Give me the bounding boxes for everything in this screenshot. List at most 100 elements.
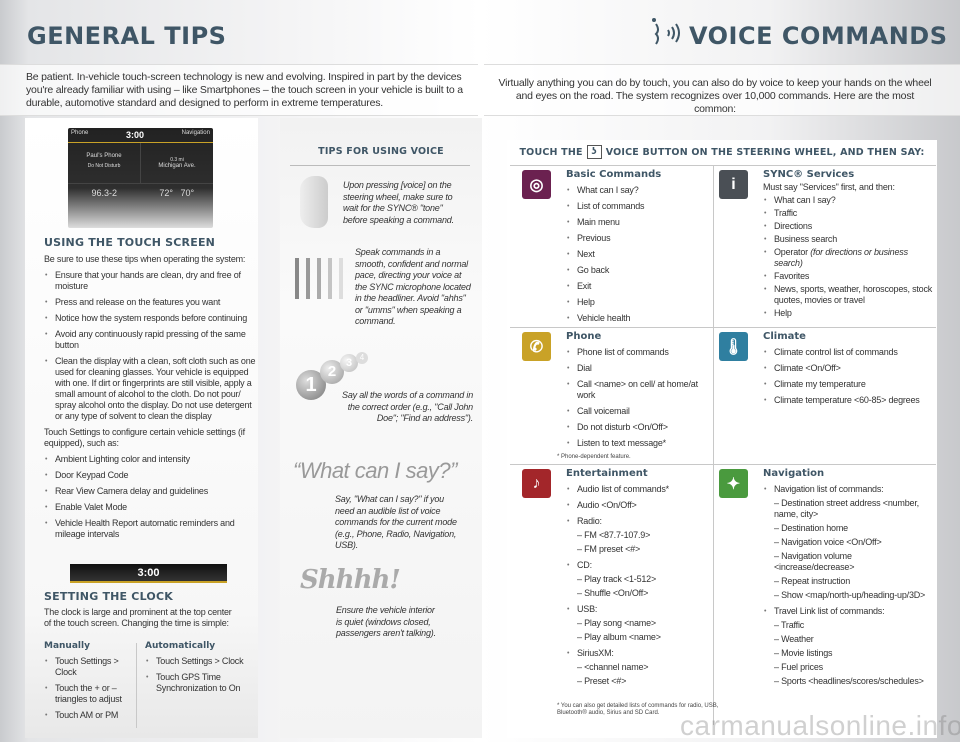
- list-item-text: Clean the display with a clean, soft clo…: [55, 356, 256, 421]
- list-item: Climate my temperature: [763, 379, 933, 390]
- list-item: Ambient Lighting color and intensity: [44, 454, 256, 465]
- list-item: Audio list of commands*: [566, 484, 711, 495]
- list-item: Rear View Camera delay and guidelines: [44, 486, 256, 497]
- list-item-text: Touch Settings > Clock: [55, 656, 119, 677]
- auto-list: Touch Settings > Clock Touch GPS Time Syn…: [145, 656, 257, 694]
- sub-item: – Repeat instruction: [774, 576, 851, 586]
- voice-tip-what-can-i-say: Say, "What can I say?" if you need an au…: [335, 494, 457, 550]
- what-can-i-say-quote: “What can I say?”: [293, 458, 457, 483]
- sub-item: – Destination home: [774, 523, 848, 533]
- info-icon: i: [719, 170, 748, 199]
- list-item: Call voicemail: [566, 406, 711, 417]
- voice-tips-heading: TIPS FOR USING VOICE: [318, 146, 444, 157]
- list-item: Travel Link list of commands: – Traffic – …: [763, 606, 933, 687]
- watermark: carmanualsonline.info: [680, 710, 960, 741]
- list-item: Operator (for directions or business sea…: [763, 247, 933, 269]
- screen-temp-passenger: 70°: [180, 188, 195, 198]
- shhh-graphic: Shhhh!: [300, 565, 401, 595]
- list-item-text: Exit: [577, 281, 592, 291]
- sub-item: – Fuel prices: [774, 662, 823, 672]
- group-title: Climate: [763, 331, 806, 342]
- command-list: Phone list of commands Dial Call <name> on…: [566, 347, 711, 449]
- list-item-text: Travel Link list of commands:: [774, 606, 885, 616]
- command-group-navigation: Navigation Navigation list of commands: – …: [763, 468, 933, 687]
- steering-wheel-icon: ◎: [522, 170, 551, 199]
- sub-item: – Sports <headlines/scores/schedules>: [774, 676, 924, 686]
- sub-item: – Navigation voice <On/Off>: [774, 537, 882, 547]
- screen-clock: 3:00: [125, 130, 144, 140]
- list-item-text: Climate my temperature: [774, 379, 866, 389]
- screen-street: Michigan Ave.: [158, 163, 196, 169]
- list-item-text: Touch the + or – triangles to adjust: [55, 683, 122, 704]
- list-item: Listen to text message*: [566, 438, 711, 449]
- list-item-text: List of commands: [577, 201, 645, 211]
- ear-icon: [300, 176, 328, 228]
- list-item: Do not disturb <On/Off>: [566, 422, 711, 433]
- sub-item: – Navigation volume <increase/decrease>: [774, 551, 855, 572]
- group-intro: Must say "Services" first, and then:: [763, 182, 895, 192]
- list-item: Favorites: [763, 271, 933, 282]
- voice-button-icon: ʖ: [586, 145, 602, 159]
- list-item-text: Navigation list of commands:: [774, 484, 884, 494]
- list-item: USB: – Play song <name> – Play album <name…: [566, 604, 711, 643]
- sub-item: – Movie listings: [774, 648, 833, 658]
- list-item: Press and release on the features you wa…: [44, 297, 256, 308]
- list-item-text: CD:: [577, 560, 592, 570]
- list-item-text: Avoid any continuously rapid pressing of…: [55, 329, 246, 350]
- manual-list: Touch Settings > Clock Touch the + or – t…: [44, 656, 134, 721]
- voice-icon: [648, 16, 684, 50]
- list-item-text: Press and release on the features you wa…: [55, 297, 221, 307]
- list-item: Touch the + or – triangles to adjust: [44, 683, 134, 705]
- command-group-phone: Phone Phone list of commands Dial Call <nam…: [566, 331, 711, 449]
- list-item-text: Ensure that your hands are clean, dry an…: [55, 270, 241, 291]
- list-item-text: Climate <On/Off>: [774, 363, 841, 373]
- list-item: Climate control list of commands: [763, 347, 933, 358]
- sub-item: – Traffic: [774, 620, 805, 630]
- command-group-sync: SYNC® Services Must say "Services" first,…: [763, 169, 933, 319]
- list-item: Vehicle Health Report automatic reminder…: [44, 518, 256, 540]
- list-item: Vehicle health: [566, 313, 711, 324]
- list-item-text: Audio <On/Off>: [577, 500, 637, 510]
- list-item: Directions: [763, 221, 933, 232]
- list-item: Business search: [763, 234, 933, 245]
- list-item-text: Do not disturb <On/Off>: [577, 422, 668, 432]
- list-item: Exit: [566, 281, 711, 292]
- sub-item: – Play song <name>: [577, 618, 656, 628]
- list-item-text: Touch Settings > Clock: [156, 656, 244, 666]
- command-list: What can I say? List of commands Main menu…: [566, 185, 711, 324]
- list-item: Go back: [566, 265, 711, 276]
- list-item: Avoid any continuously rapid pressing of…: [44, 329, 256, 351]
- voice-tip-quiet: Ensure the vehicle interior is quiet (wi…: [336, 605, 436, 638]
- list-item-text: Business search: [774, 234, 838, 244]
- list-item-text: News, sports, weather, horoscopes, stock…: [774, 284, 933, 305]
- compass-icon: ✦: [719, 469, 748, 498]
- list-item: Touch Settings > Clock: [44, 656, 134, 678]
- command-list: Navigation list of commands: – Destinatio…: [763, 484, 933, 687]
- list-item: Help: [763, 308, 933, 319]
- general-tips-intro: Be patient. In-vehicle touch-screen tech…: [0, 64, 478, 116]
- touch-tips-list: Ensure that your hands are clean, dry an…: [44, 270, 256, 422]
- list-item: Radio: – FM <87.7-107.9> – FM preset <#>: [566, 516, 711, 555]
- screen-dnd: Do Not Disturb: [87, 163, 121, 169]
- commands-heading: TOUCH THE ʖ VOICE BUTTON ON THE STEERING…: [507, 145, 937, 159]
- sound-bars-icon: [295, 258, 343, 299]
- sub-item: – Shuffle <On/Off>: [577, 588, 649, 598]
- screen-tab-navigation: Navigation: [181, 130, 210, 136]
- heading-post: VOICE BUTTON ON THE STEERING WHEEL, AND …: [605, 146, 925, 158]
- voice-tip-order: Say all the words of a command in the co…: [342, 390, 473, 423]
- heading-pre: TOUCH THE: [519, 146, 583, 158]
- group-title: Entertainment: [566, 468, 648, 479]
- list-item-text: Rear View Camera delay and guidelines: [55, 486, 209, 496]
- group-title: Basic Commands: [566, 169, 662, 180]
- voice-tip-tone: Upon pressing [voice] on the steering wh…: [343, 180, 454, 225]
- list-item-text: Enable Valet Mode: [55, 502, 127, 512]
- list-item: Touch Settings > Clock: [145, 656, 257, 667]
- screen-tab-phone: Phone: [71, 130, 89, 136]
- command-list: Climate control list of commands Climate …: [763, 347, 933, 406]
- thermometer-icon: 🌡: [719, 332, 748, 361]
- command-list: Audio list of commands* Audio <On/Off> Rad…: [566, 484, 711, 687]
- list-item-text: Vehicle Health Report automatic reminder…: [55, 518, 235, 539]
- list-item-text: Go back: [577, 265, 610, 275]
- list-item: What can I say?: [566, 185, 711, 196]
- list-item: News, sports, weather, horoscopes, stock…: [763, 284, 933, 306]
